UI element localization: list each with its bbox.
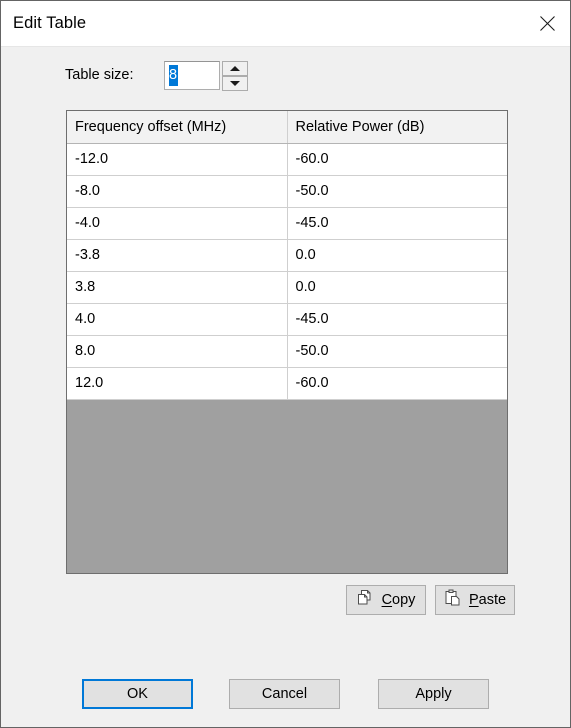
paste-button-label: Paste xyxy=(469,592,506,608)
cell-frequency[interactable]: -4.0 xyxy=(67,207,288,240)
cell-power[interactable]: -50.0 xyxy=(287,335,507,368)
paste-accel: P xyxy=(468,592,479,608)
cell-power[interactable]: -45.0 xyxy=(287,303,507,336)
table-grid[interactable]: Frequency offset (MHz) Relative Power (d… xyxy=(66,110,508,574)
table-row[interactable]: 3.8 0.0 xyxy=(67,271,507,304)
column-header-power[interactable]: Relative Power (dB) xyxy=(287,111,507,144)
copy-icon xyxy=(357,589,375,611)
table-size-label: Table size: xyxy=(65,67,134,83)
cell-power[interactable]: 0.0 xyxy=(287,239,507,272)
copy-accel: C xyxy=(381,592,393,608)
table-row[interactable]: -3.8 0.0 xyxy=(67,239,507,272)
table-header-row: Frequency offset (MHz) Relative Power (d… xyxy=(67,111,507,144)
close-icon xyxy=(539,15,556,32)
column-header-frequency[interactable]: Frequency offset (MHz) xyxy=(67,111,288,144)
table-size-input[interactable]: 8 xyxy=(164,61,220,90)
apply-button[interactable]: Apply xyxy=(378,679,489,709)
title-bar: Edit Table xyxy=(1,1,570,47)
table-row[interactable]: 12.0 -60.0 xyxy=(67,367,507,400)
table-size-increment-button[interactable] xyxy=(222,61,248,76)
table-row[interactable]: 8.0 -50.0 xyxy=(67,335,507,368)
paste-button[interactable]: Paste xyxy=(435,585,515,615)
copy-button[interactable]: Copy xyxy=(346,585,426,615)
cell-frequency[interactable]: -12.0 xyxy=(67,143,288,176)
cell-power[interactable]: -60.0 xyxy=(287,143,507,176)
cell-frequency[interactable]: 3.8 xyxy=(67,271,288,304)
cell-frequency[interactable]: 12.0 xyxy=(67,367,288,400)
window-title: Edit Table xyxy=(13,14,87,32)
close-window-button[interactable] xyxy=(524,1,570,46)
table-row[interactable]: -8.0 -50.0 xyxy=(67,175,507,208)
table-size-value: 8 xyxy=(169,65,178,86)
table-row[interactable]: 4.0 -45.0 xyxy=(67,303,507,336)
cell-frequency[interactable]: -3.8 xyxy=(67,239,288,272)
triangle-down-icon xyxy=(230,81,240,86)
ok-button[interactable]: OK xyxy=(82,679,193,709)
edit-table-dialog: Edit Table Table size: 8 Frequency offse… xyxy=(0,0,571,728)
cancel-button[interactable]: Cancel xyxy=(229,679,340,709)
cell-frequency[interactable]: -8.0 xyxy=(67,175,288,208)
copy-button-label: Copy xyxy=(382,592,416,608)
cell-power[interactable]: 0.0 xyxy=(287,271,507,304)
table-row[interactable]: -4.0 -45.0 xyxy=(67,207,507,240)
copy-label-rest: opy xyxy=(392,592,416,608)
triangle-up-icon xyxy=(230,66,240,71)
paste-icon xyxy=(444,589,462,611)
cell-frequency[interactable]: 8.0 xyxy=(67,335,288,368)
cell-power[interactable]: -45.0 xyxy=(287,207,507,240)
paste-label-rest: aste xyxy=(478,592,507,608)
table-size-decrement-button[interactable] xyxy=(222,76,248,91)
cell-frequency[interactable]: 4.0 xyxy=(67,303,288,336)
table-row[interactable]: -12.0 -60.0 xyxy=(67,143,507,176)
cell-power[interactable]: -60.0 xyxy=(287,367,507,400)
cell-power[interactable]: -50.0 xyxy=(287,175,507,208)
